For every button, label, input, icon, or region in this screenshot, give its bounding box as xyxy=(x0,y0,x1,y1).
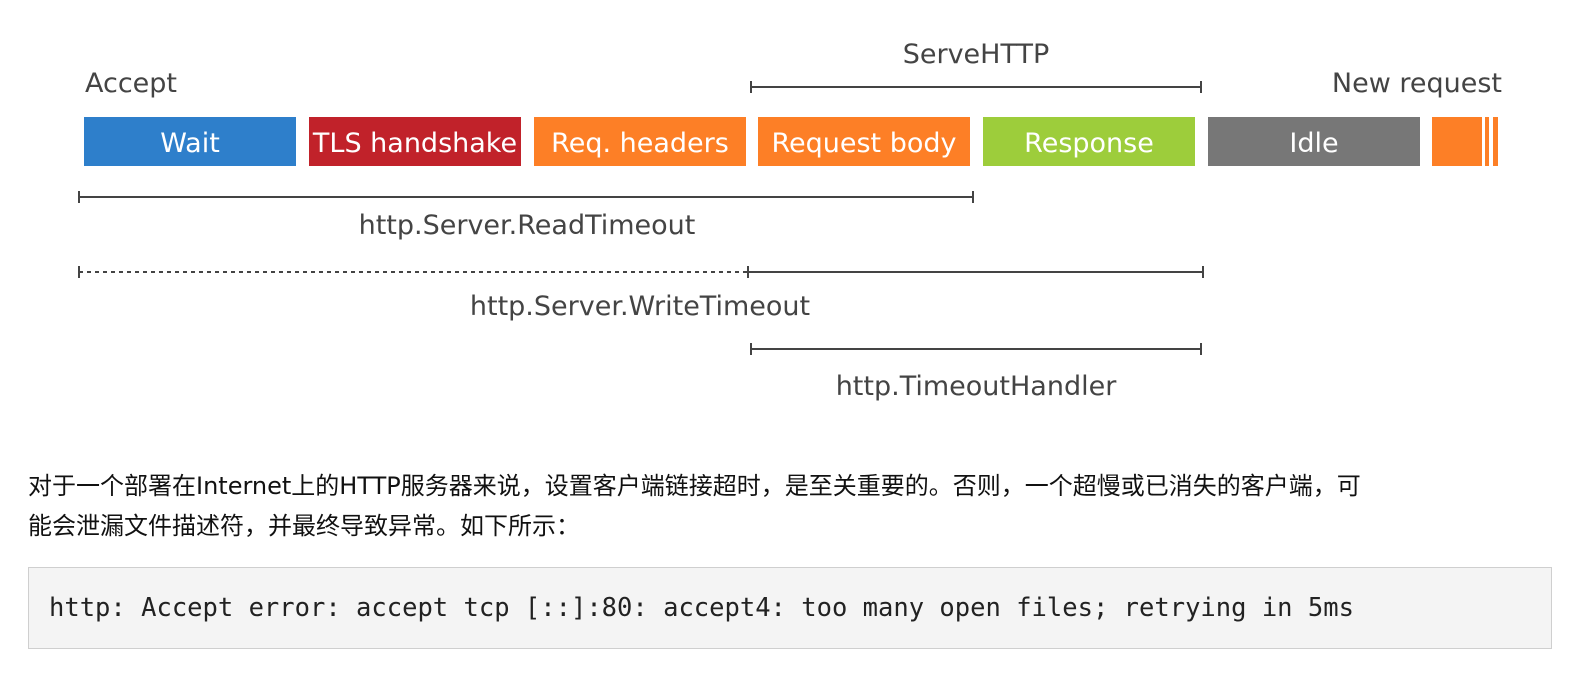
servehttp-label: ServeHTTP xyxy=(903,39,1050,70)
segment-tls-handshake: TLS handshake xyxy=(309,117,521,166)
read-timeout-bracket xyxy=(78,191,974,203)
code-block: http: Accept error: accept tcp [::]:80: … xyxy=(28,567,1552,649)
code-text: http: Accept error: accept tcp [::]:80: … xyxy=(49,593,1354,623)
segment-req-headers-label: Req. headers xyxy=(551,128,729,159)
timeout-handler-bracket xyxy=(750,343,1202,355)
new-request-label: New request xyxy=(1332,68,1502,99)
body-paragraph: 对于一个部署在Internet上的HTTP服务器来说，设置客户端链接超时，是至关… xyxy=(28,466,1558,546)
segment-idle-label: Idle xyxy=(1289,128,1338,159)
paragraph-line-1: 对于一个部署在Internet上的HTTP服务器来说，设置客户端链接超时，是至关… xyxy=(28,472,1361,500)
segment-idle: Idle xyxy=(1208,117,1420,166)
segment-wait-label: Wait xyxy=(160,128,220,159)
segment-response-label: Response xyxy=(1024,128,1154,159)
paragraph-line-2: 能会泄漏文件描述符，并最终导致异常。如下所示： xyxy=(28,512,580,540)
segment-request-body-label: Request body xyxy=(771,128,956,159)
segment-wait: Wait xyxy=(84,117,296,166)
segment-response: Response xyxy=(983,117,1195,166)
next-request-stub xyxy=(1432,117,1498,166)
accept-label: Accept xyxy=(85,68,177,99)
segment-request-body: Request body xyxy=(758,117,970,166)
write-timeout-label: http.Server.WriteTimeout xyxy=(470,291,810,322)
write-timeout-bracket xyxy=(78,266,1204,278)
segment-req-headers: Req. headers xyxy=(534,117,746,166)
segment-tls-label: TLS handshake xyxy=(312,128,517,159)
timeout-diagram: Accept New request ServeHTTP Wait TLS ha… xyxy=(78,39,1502,402)
servehttp-bracket xyxy=(750,81,1202,93)
read-timeout-label: http.Server.ReadTimeout xyxy=(359,210,696,241)
timeout-handler-label: http.TimeoutHandler xyxy=(836,371,1118,402)
